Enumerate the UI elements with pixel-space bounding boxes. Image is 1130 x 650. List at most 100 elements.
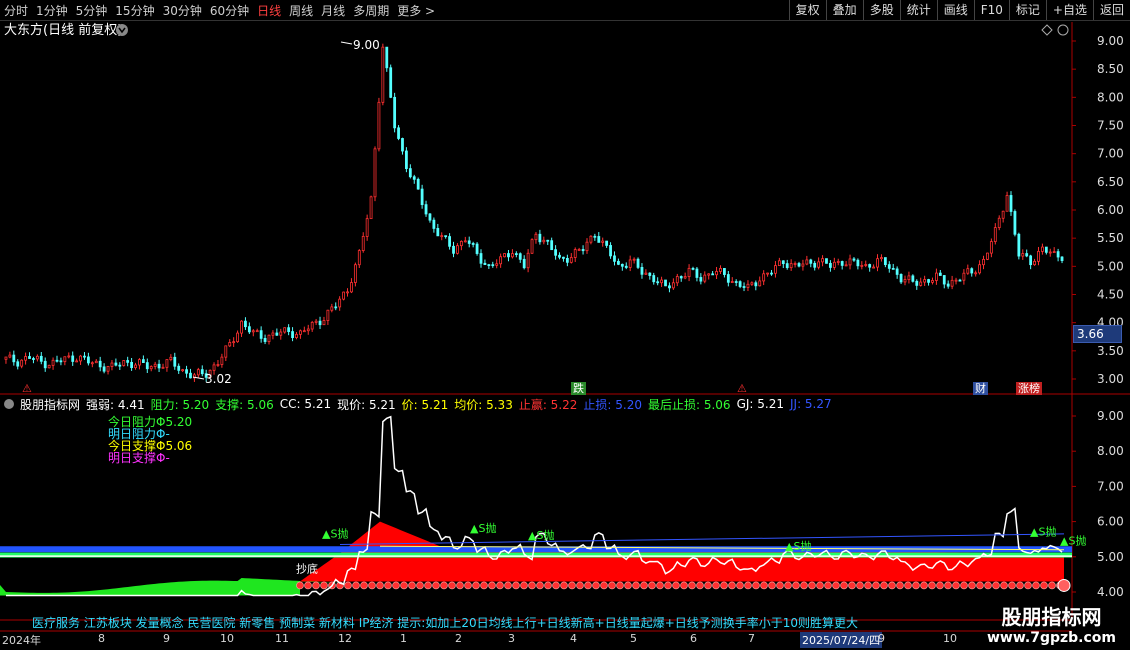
signal-dot (312, 581, 320, 590)
signal-dot (856, 581, 864, 590)
signal-dot (744, 581, 752, 590)
settings-icon[interactable] (1057, 24, 1069, 36)
candle-body (538, 233, 542, 243)
candle-body (467, 240, 471, 244)
candle-body (381, 46, 385, 103)
concept-tips: 医疗服务 江苏板块 发量概念 民营医院 新零售 预制菜 新材料 IP经济 提示:… (32, 616, 859, 630)
indicator-value-6: 均价: 5.33 (454, 397, 513, 412)
candle-body (102, 366, 106, 372)
x-label-9: 4 (570, 632, 577, 645)
candle-body (982, 258, 985, 266)
candle-body (43, 360, 47, 369)
candle-body (511, 253, 514, 258)
signal-dot (352, 581, 360, 590)
candle-body (499, 256, 503, 265)
candle-body (664, 279, 667, 287)
candle-body (565, 258, 569, 263)
candle-body (817, 261, 821, 268)
event-marker-top-list[interactable]: 涨榜 (1016, 382, 1042, 395)
signal-dot (400, 581, 408, 590)
chart-title: 大东方(日线 前复权) (4, 22, 122, 38)
candle-body (915, 280, 919, 286)
price-tick-label: 6.50 (1097, 175, 1124, 189)
candle-body (829, 262, 832, 268)
candle-body (295, 333, 298, 339)
signal-dot (896, 581, 904, 590)
candle-body (1048, 251, 1052, 254)
candle-body (997, 217, 1001, 229)
candle-body (809, 259, 813, 264)
candle-body (911, 275, 915, 282)
diamond-icon[interactable] (1041, 24, 1053, 36)
candle-body (389, 67, 393, 98)
signal-dot (992, 581, 1000, 590)
candle-body (954, 279, 958, 282)
candlestick-series (4, 43, 1064, 382)
signal-dot (664, 581, 672, 590)
candle-body (1009, 195, 1013, 212)
chevron-down-icon[interactable] (4, 399, 14, 409)
event-marker-fall[interactable]: 跌 (571, 382, 586, 395)
candle-body (801, 263, 805, 267)
signal-dot (872, 581, 880, 590)
x-label-12: 7 (748, 632, 755, 645)
candle-body (675, 276, 679, 284)
candle-body (993, 227, 997, 242)
candle-body (514, 253, 518, 256)
candle-body (813, 262, 817, 268)
signal-label: ▲S抛 (528, 528, 554, 542)
candle-body (459, 240, 463, 247)
candle-body (35, 355, 39, 360)
candle-body (59, 360, 63, 363)
chevron-down-icon[interactable] (116, 24, 128, 36)
event-marker-finance[interactable]: 财 (973, 382, 988, 395)
signal-dot (456, 581, 464, 590)
candle-body (373, 148, 377, 198)
indicator-value-3: CC: 5.21 (279, 397, 332, 411)
candle-body (39, 355, 43, 362)
candle-body (153, 363, 157, 367)
signal-dot (824, 581, 832, 590)
current-price-tag: 3.66 (1073, 325, 1122, 343)
signal-dot (920, 581, 928, 590)
indicator-value-0: 强弱: 4.41 (86, 397, 145, 412)
candle-body (495, 263, 499, 266)
indicator-legend: 今日阻力Φ5.20 明日阻力Φ- 今日支撑Φ5.06 明日支撑Φ- (108, 416, 192, 464)
candle-body (656, 281, 660, 284)
signal-dot (728, 581, 736, 590)
signal-dot (552, 581, 560, 590)
candle-body (1037, 251, 1040, 262)
candle-body (777, 260, 781, 266)
signal-dot (912, 581, 920, 590)
candle-body (860, 265, 864, 267)
candle-body (16, 361, 20, 367)
candle-body (487, 264, 491, 267)
signal-dot (632, 581, 640, 590)
signal-dot (688, 581, 696, 590)
candle-body (47, 364, 51, 369)
chart-canvas[interactable]: 大东方(日线 前复权) 9.00 8.50 8.00 7.50 7.00 6.50 6.00… (0, 0, 1130, 650)
signal-dot (760, 581, 768, 590)
candle-body (927, 279, 930, 283)
candle-body (636, 258, 640, 268)
signal-dot (1048, 581, 1056, 590)
candle-body (919, 281, 923, 286)
candle-body (67, 355, 71, 358)
candle-body (644, 272, 648, 275)
candle-body (357, 250, 361, 266)
candle-body (432, 219, 436, 229)
candle-body (707, 273, 711, 276)
x-label-4: 11 (275, 632, 289, 645)
watermark: 股朋指标网 www.7gpzb.com (987, 601, 1116, 646)
candle-body (255, 330, 259, 333)
candle-body (683, 276, 687, 279)
candle-body (805, 259, 809, 265)
candle-body (986, 252, 989, 260)
candle-body (169, 356, 173, 361)
price-tick-label: 5.00 (1097, 259, 1124, 273)
candle-body (1041, 246, 1044, 252)
candle-body (1029, 255, 1033, 266)
signal-dot (1008, 581, 1016, 590)
chart-header: 大东方(日线 前复权) (4, 22, 128, 38)
candle-body (401, 138, 404, 152)
